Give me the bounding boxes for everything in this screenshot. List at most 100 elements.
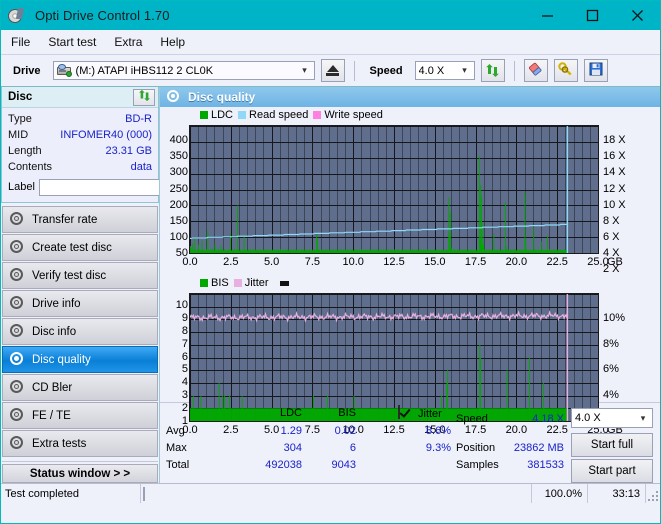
sidebar-item-drive-info[interactable]: Drive info — [2, 290, 158, 317]
legend-label: LDC — [211, 109, 234, 121]
disc-label-row: Label — [8, 176, 241, 198]
disc-row-length: Length 23.31 GB — [8, 143, 152, 159]
axis-tick-label: 9 — [181, 311, 188, 324]
disc-test-icon — [10, 268, 25, 283]
ldc-legend: LDC Read speed Write speed — [200, 109, 383, 121]
jitter-checkbox[interactable] — [398, 405, 400, 419]
legend-label: Jitter — [244, 277, 269, 289]
disc-row-length-label: Length — [8, 145, 42, 157]
drive-select-value: (M:) ATAPI iHBS112 2 CL0K — [75, 64, 214, 77]
menu-item-start-test[interactable]: Start test — [48, 35, 96, 49]
keys-icon — [558, 61, 573, 80]
disc-test-icon — [10, 240, 25, 255]
axis-tick-label: 150 — [169, 214, 188, 227]
progress-percent-text: 100.0% — [532, 484, 588, 503]
sidebar-item-fe-te[interactable]: FE / TE — [2, 402, 158, 429]
axis-tick-label: 16 X — [603, 150, 626, 163]
stat-row-max-label: Max — [166, 442, 187, 454]
statistics-table: LDC BIS Jitter Avg 1.29 0.02 8.6% Max 30… — [166, 405, 456, 483]
sidebar-nav: Transfer rate Create test disc Verify te… — [1, 206, 159, 458]
eject-button[interactable] — [320, 59, 345, 82]
sidebar-item-cd-bler[interactable]: CD Bler — [2, 374, 158, 401]
start-full-button[interactable]: Start full — [571, 433, 653, 457]
drive-select[interactable]: (M:) ATAPI iHBS112 2 CL0K ▾ — [52, 61, 315, 80]
disc-row-contents: Contents data — [8, 159, 152, 175]
menu-item-file[interactable]: File — [11, 35, 30, 49]
window-controls — [525, 1, 660, 30]
menu-bar: File Start test Extra Help — [1, 30, 660, 55]
axis-tick-label: 300 — [169, 166, 188, 179]
disc-panel-title: Disc — [8, 91, 33, 103]
toolbar: Drive (M:) ATAPI iHBS112 2 CL0K ▾ Speed … — [1, 55, 660, 87]
save-button[interactable] — [583, 59, 608, 82]
sidebar-item-disc-info[interactable]: Disc info — [2, 318, 158, 345]
stat-row-total-label: Total — [166, 459, 190, 471]
result-speed-select[interactable]: 4.0 X ▾ — [571, 408, 653, 428]
result-position-label: Position — [456, 442, 496, 454]
eraser-button[interactable] — [523, 59, 548, 82]
window-title: Opti Drive Control 1.70 — [35, 8, 170, 23]
axis-tick-label: 6 X — [603, 230, 620, 243]
toolbar-separator — [513, 60, 515, 81]
sidebar-item-transfer-rate[interactable]: Transfer rate — [2, 206, 158, 233]
maximize-button[interactable] — [570, 1, 615, 30]
sidebar-item-disc-quality[interactable]: Disc quality — [2, 346, 158, 373]
sidebar-item-extra-tests[interactable]: Extra tests — [2, 430, 158, 457]
save-icon — [589, 62, 603, 79]
sidebar-item-label: Disc info — [32, 325, 77, 338]
disc-label-caption: Label — [8, 181, 35, 193]
resize-grip[interactable] — [646, 484, 660, 503]
axis-tick-label: 2.5 — [223, 256, 239, 268]
sidebar-item-verify-test-disc[interactable]: Verify test disc — [2, 262, 158, 289]
stat-col-jitter: Jitter — [418, 408, 442, 420]
sidebar-item-label: Create test disc — [32, 241, 112, 254]
menu-item-help[interactable]: Help — [160, 35, 185, 49]
start-part-button[interactable]: Start part — [571, 459, 653, 483]
axis-tick-label: 100 — [169, 230, 188, 243]
disc-test-icon — [10, 296, 25, 311]
stat-max-bis: 6 — [349, 442, 356, 454]
charts-container: LDC Read speed Write speed 400 350 300 250 2… — [160, 107, 660, 436]
stat-col-ldc: LDC — [279, 407, 302, 419]
legend-item-write-speed: Write speed — [313, 109, 383, 121]
sidebar-spacer — [2, 461, 158, 462]
content-area: Disc quality LDC Read speed Write speed … — [159, 87, 660, 483]
disc-refresh-button[interactable] — [133, 88, 155, 106]
legend-swatch-icon — [238, 111, 247, 119]
disc-row-type-label: Type — [8, 113, 32, 125]
legend-item-read-speed: Read speed — [238, 109, 308, 121]
disc-row-mid-value: INFOMER40 (000) — [60, 129, 152, 141]
disc-test-icon — [10, 408, 25, 423]
axis-tick-label: 15.0 — [424, 256, 446, 268]
refresh-button[interactable] — [480, 59, 505, 82]
speed-label: Speed — [369, 64, 403, 77]
disc-row-contents-label: Contents — [8, 161, 53, 173]
menu-item-extra[interactable]: Extra — [114, 35, 142, 49]
marker-icon — [279, 280, 289, 286]
eraser-icon — [528, 62, 543, 80]
axis-tick-label: 5.0 — [263, 256, 280, 268]
sidebar-item-label: Drive info — [32, 297, 81, 310]
title-bar: Opti Drive Control 1.70 — [1, 1, 660, 30]
axis-tick-label: 7.5 — [304, 256, 321, 268]
legend-label: BIS — [211, 277, 229, 289]
drive-icon — [56, 64, 72, 77]
disc-test-icon — [10, 212, 25, 227]
progress-bar — [141, 484, 532, 503]
disc-row-mid-label: MID — [8, 129, 29, 141]
speed-select[interactable]: 4.0 X ▾ — [414, 61, 475, 80]
axis-tick-label: 17.5 — [464, 256, 487, 268]
status-bar: Test completed 100.0% 33:13 — [1, 483, 660, 503]
axis-tick-label: 200 — [169, 198, 188, 211]
legend-item-bis: BIS — [200, 277, 229, 289]
keys-button[interactable] — [553, 59, 578, 82]
axis-tick-label: 20.0 — [505, 256, 528, 268]
sidebar-item-create-test-disc[interactable]: Create test disc — [2, 234, 158, 261]
axis-unit-label: GB — [607, 256, 623, 268]
eject-icon — [325, 64, 340, 77]
close-button[interactable] — [615, 1, 660, 30]
minimize-button[interactable] — [525, 1, 570, 30]
disc-info-rows: Type BD-R MID INFOMER40 (000) Length 23.… — [2, 108, 241, 202]
elapsed-time: 33:13 — [588, 484, 646, 503]
status-window-button[interactable]: Status window > > — [2, 464, 158, 483]
